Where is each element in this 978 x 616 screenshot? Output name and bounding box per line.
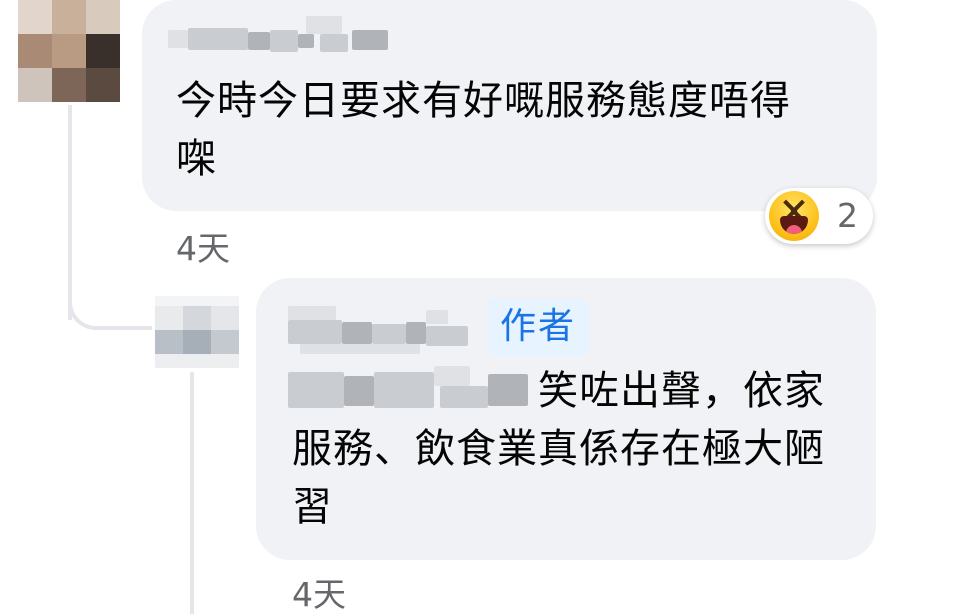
comment-timestamp[interactable]: 4天 xyxy=(176,222,230,270)
reply-timestamp[interactable]: 4天 xyxy=(292,568,346,616)
comment-text: 今時今日要求有好嘅服務態度唔得㗎 xyxy=(176,78,791,182)
thread-line-vertical xyxy=(68,105,72,320)
laughing-face-icon xyxy=(769,191,819,241)
reply-text: 笑咗出聲，依家服務、飲食業真係存在極大陋習 xyxy=(292,368,825,530)
commenter-avatar[interactable] xyxy=(18,0,120,102)
author-badge: 作者 xyxy=(487,298,589,356)
reply-author-avatar[interactable] xyxy=(155,296,239,368)
reaction-count: 2 xyxy=(837,196,858,235)
reaction-summary[interactable]: 2 xyxy=(765,188,873,244)
thread-line-curve xyxy=(68,296,152,330)
reply-thread-line xyxy=(190,372,194,614)
